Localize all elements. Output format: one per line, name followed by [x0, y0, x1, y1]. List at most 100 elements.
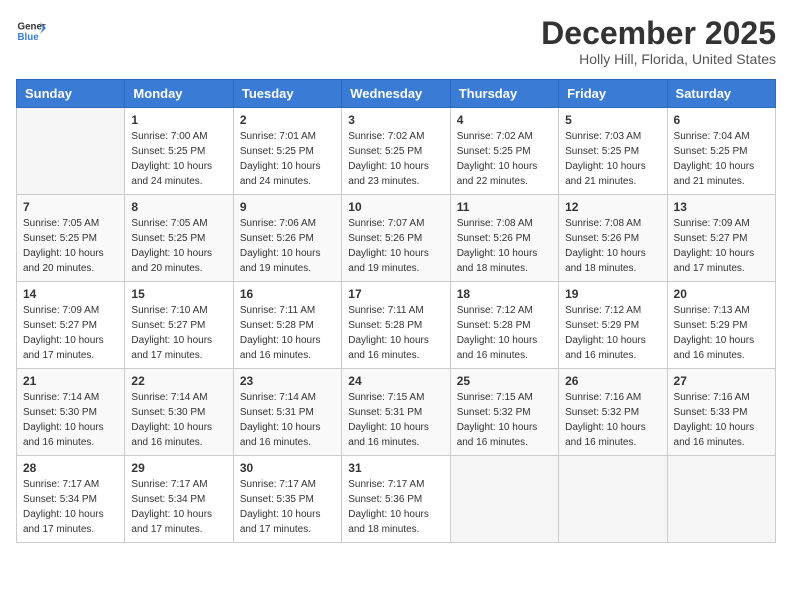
calendar-cell: 19 Sunrise: 7:12 AMSunset: 5:29 PMDayligh…	[559, 282, 667, 369]
day-number: 14	[23, 287, 118, 301]
calendar-cell: 13Sunrise: 7:09 AMSunset: 5:27 PMDayligh…	[667, 195, 775, 282]
weekday-header-wednesday: Wednesday	[342, 80, 450, 108]
calendar-cell: 8 Sunrise: 7:05 AMSunset: 5:25 PMDaylight…	[125, 195, 233, 282]
day-number: 24	[348, 374, 443, 388]
calendar-cell: 22Sunrise: 7:14 AMSunset: 5:30 PMDayligh…	[125, 369, 233, 456]
calendar-cell	[450, 456, 558, 543]
day-number: 31	[348, 461, 443, 475]
calendar-cell: 11 Sunrise: 7:08 AMSunset: 5:26 PMDayligh…	[450, 195, 558, 282]
day-info: Sunrise: 7:08 AMSunset: 5:26 PMDaylight:…	[457, 216, 552, 276]
day-info: Sunrise: 7:11 AMSunset: 5:28 PMDaylight:…	[240, 303, 335, 363]
calendar-cell: 30Sunrise: 7:17 AMSunset: 5:35 PMDayligh…	[233, 456, 341, 543]
day-number: 29	[131, 461, 226, 475]
day-info: Sunrise: 7:04 AMSunset: 5:25 PMDaylight:…	[674, 129, 769, 189]
day-info: Sunrise: 7:10 AMSunset: 5:27 PMDaylight:…	[131, 303, 226, 363]
day-info: Sunrise: 7:02 AMSunset: 5:25 PMDaylight:…	[457, 129, 552, 189]
day-number: 17	[348, 287, 443, 301]
calendar-cell: 10 Sunrise: 7:07 AMSunset: 5:26 PMDayligh…	[342, 195, 450, 282]
day-number: 1	[131, 113, 226, 127]
day-info: Sunrise: 7:02 AMSunset: 5:25 PMDaylight:…	[348, 129, 443, 189]
calendar-cell: 21 Sunrise: 7:14 AMSunset: 5:30 PMDayligh…	[17, 369, 125, 456]
day-number: 19	[565, 287, 660, 301]
day-number: 25	[457, 374, 552, 388]
day-number: 30	[240, 461, 335, 475]
calendar-cell	[17, 108, 125, 195]
day-info: Sunrise: 7:14 AMSunset: 5:31 PMDaylight:…	[240, 390, 335, 450]
day-info: Sunrise: 7:16 AMSunset: 5:32 PMDaylight:…	[565, 390, 660, 450]
day-number: 13	[674, 200, 769, 214]
calendar-week-3: 14 Sunrise: 7:09 AMSunset: 5:27 PMDayligh…	[17, 282, 776, 369]
calendar-cell: 27Sunrise: 7:16 AMSunset: 5:33 PMDayligh…	[667, 369, 775, 456]
weekday-header-sunday: Sunday	[17, 80, 125, 108]
calendar-cell: 29 Sunrise: 7:17 AMSunset: 5:34 PMDayligh…	[125, 456, 233, 543]
day-info: Sunrise: 7:14 AMSunset: 5:30 PMDaylight:…	[23, 390, 118, 450]
day-info: Sunrise: 7:03 AMSunset: 5:25 PMDaylight:…	[565, 129, 660, 189]
day-info: Sunrise: 7:06 AMSunset: 5:26 PMDaylight:…	[240, 216, 335, 276]
weekday-header-thursday: Thursday	[450, 80, 558, 108]
calendar-cell: 18 Sunrise: 7:12 AMSunset: 5:28 PMDayligh…	[450, 282, 558, 369]
title-block: December 2025 Holly Hill, Florida, Unite…	[541, 16, 776, 67]
calendar-cell: 25 Sunrise: 7:15 AMSunset: 5:32 PMDayligh…	[450, 369, 558, 456]
day-number: 22	[131, 374, 226, 388]
calendar-cell: 7 Sunrise: 7:05 AMSunset: 5:25 PMDaylight…	[17, 195, 125, 282]
day-info: Sunrise: 7:09 AMSunset: 5:27 PMDaylight:…	[23, 303, 118, 363]
day-info: Sunrise: 7:17 AMSunset: 5:36 PMDaylight:…	[348, 477, 443, 537]
day-number: 8	[131, 200, 226, 214]
calendar-week-5: 28 Sunrise: 7:17 AMSunset: 5:34 PMDayligh…	[17, 456, 776, 543]
calendar-cell: 26 Sunrise: 7:16 AMSunset: 5:32 PMDayligh…	[559, 369, 667, 456]
day-number: 2	[240, 113, 335, 127]
page-header: General Blue December 2025 Holly Hill, F…	[16, 16, 776, 67]
svg-text:Blue: Blue	[18, 32, 40, 43]
calendar-cell: 24 Sunrise: 7:15 AMSunset: 5:31 PMDayligh…	[342, 369, 450, 456]
calendar-cell: 5 Sunrise: 7:03 AMSunset: 5:25 PMDaylight…	[559, 108, 667, 195]
day-info: Sunrise: 7:15 AMSunset: 5:32 PMDaylight:…	[457, 390, 552, 450]
day-info: Sunrise: 7:12 AMSunset: 5:28 PMDaylight:…	[457, 303, 552, 363]
day-info: Sunrise: 7:07 AMSunset: 5:26 PMDaylight:…	[348, 216, 443, 276]
day-number: 16	[240, 287, 335, 301]
calendar-week-2: 7 Sunrise: 7:05 AMSunset: 5:25 PMDaylight…	[17, 195, 776, 282]
day-number: 11	[457, 200, 552, 214]
calendar-cell: 2 Sunrise: 7:01 AMSunset: 5:25 PMDaylight…	[233, 108, 341, 195]
day-info: Sunrise: 7:13 AMSunset: 5:29 PMDaylight:…	[674, 303, 769, 363]
day-info: Sunrise: 7:05 AMSunset: 5:25 PMDaylight:…	[131, 216, 226, 276]
day-number: 23	[240, 374, 335, 388]
calendar-cell: 9Sunrise: 7:06 AMSunset: 5:26 PMDaylight…	[233, 195, 341, 282]
calendar-week-4: 21 Sunrise: 7:14 AMSunset: 5:30 PMDayligh…	[17, 369, 776, 456]
calendar-table: SundayMondayTuesdayWednesdayThursdayFrid…	[16, 79, 776, 543]
day-info: Sunrise: 7:17 AMSunset: 5:34 PMDaylight:…	[131, 477, 226, 537]
day-number: 26	[565, 374, 660, 388]
logo: General Blue	[16, 16, 46, 46]
calendar-cell: 3 Sunrise: 7:02 AMSunset: 5:25 PMDaylight…	[342, 108, 450, 195]
calendar-cell: 4 Sunrise: 7:02 AMSunset: 5:25 PMDaylight…	[450, 108, 558, 195]
day-number: 18	[457, 287, 552, 301]
day-info: Sunrise: 7:15 AMSunset: 5:31 PMDaylight:…	[348, 390, 443, 450]
calendar-cell: 23 Sunrise: 7:14 AMSunset: 5:31 PMDayligh…	[233, 369, 341, 456]
day-info: Sunrise: 7:01 AMSunset: 5:25 PMDaylight:…	[240, 129, 335, 189]
day-number: 20	[674, 287, 769, 301]
calendar-week-1: 1 Sunrise: 7:00 AMSunset: 5:25 PMDaylight…	[17, 108, 776, 195]
day-info: Sunrise: 7:05 AMSunset: 5:25 PMDaylight:…	[23, 216, 118, 276]
day-number: 10	[348, 200, 443, 214]
calendar-cell: 6Sunrise: 7:04 AMSunset: 5:25 PMDaylight…	[667, 108, 775, 195]
calendar-cell: 15Sunrise: 7:10 AMSunset: 5:27 PMDayligh…	[125, 282, 233, 369]
weekday-header-tuesday: Tuesday	[233, 80, 341, 108]
day-info: Sunrise: 7:12 AMSunset: 5:29 PMDaylight:…	[565, 303, 660, 363]
day-info: Sunrise: 7:11 AMSunset: 5:28 PMDaylight:…	[348, 303, 443, 363]
day-number: 3	[348, 113, 443, 127]
day-number: 5	[565, 113, 660, 127]
weekday-header-friday: Friday	[559, 80, 667, 108]
day-number: 21	[23, 374, 118, 388]
location: Holly Hill, Florida, United States	[541, 51, 776, 67]
weekday-header-row: SundayMondayTuesdayWednesdayThursdayFrid…	[17, 80, 776, 108]
day-number: 4	[457, 113, 552, 127]
day-info: Sunrise: 7:16 AMSunset: 5:33 PMDaylight:…	[674, 390, 769, 450]
calendar-cell: 1 Sunrise: 7:00 AMSunset: 5:25 PMDaylight…	[125, 108, 233, 195]
day-number: 7	[23, 200, 118, 214]
calendar-cell: 28 Sunrise: 7:17 AMSunset: 5:34 PMDayligh…	[17, 456, 125, 543]
day-info: Sunrise: 7:00 AMSunset: 5:25 PMDaylight:…	[131, 129, 226, 189]
day-info: Sunrise: 7:17 AMSunset: 5:34 PMDaylight:…	[23, 477, 118, 537]
calendar-cell: 20 Sunrise: 7:13 AMSunset: 5:29 PMDayligh…	[667, 282, 775, 369]
day-number: 28	[23, 461, 118, 475]
calendar-cell	[667, 456, 775, 543]
calendar-cell: 14 Sunrise: 7:09 AMSunset: 5:27 PMDayligh…	[17, 282, 125, 369]
